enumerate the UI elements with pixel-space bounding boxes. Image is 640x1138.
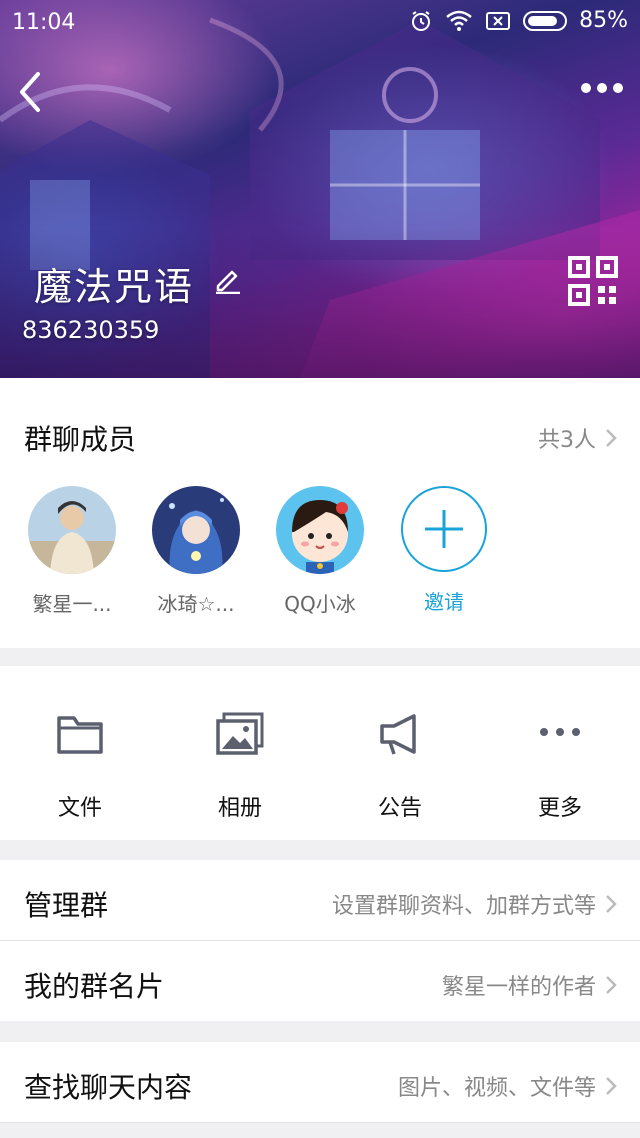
- group-number: 836230359: [22, 316, 160, 344]
- member-item[interactable]: QQ小冰: [258, 486, 382, 617]
- member-name: 繁星一...: [32, 592, 112, 616]
- member-item[interactable]: 繁星一...: [10, 486, 134, 617]
- megaphone-icon: [380, 714, 416, 755]
- manage-group-hint: 设置群聊资料、加群方式等: [331, 894, 596, 919]
- plus-icon: [425, 510, 463, 548]
- group-card-label: 我的群名片: [24, 970, 165, 1003]
- search-history-label: 查找聊天内容: [24, 1071, 193, 1104]
- members-count: 共3人: [538, 428, 596, 453]
- members-count-link[interactable]: 共3人: [538, 422, 618, 454]
- group-name: 魔法咒语: [34, 265, 195, 309]
- back-button[interactable]: [14, 70, 50, 114]
- battery-icon: [523, 10, 568, 31]
- folder-icon: [57, 716, 103, 754]
- chevron-right-icon: [606, 895, 617, 913]
- tool-files[interactable]: 文件: [0, 666, 160, 840]
- manage-group-row[interactable]: 管理群 设置群聊资料、加群方式等: [0, 860, 640, 940]
- invite-button[interactable]: 邀请: [382, 486, 506, 615]
- group-cover-banner: 11:04 85% 魔法咒语 836230359: [0, 0, 640, 378]
- tool-label: 文件: [57, 796, 102, 821]
- group-tools-section: 文件 相册 公告 更多: [0, 666, 640, 840]
- search-history-row[interactable]: 查找聊天内容 图片、视频、文件等: [0, 1042, 640, 1122]
- tool-album[interactable]: 相册: [160, 666, 320, 840]
- members-section: 群聊成员 共3人 繁星一... 冰琦☆... QQ小冰 邀请: [0, 378, 640, 648]
- alarm-icon: [412, 10, 431, 31]
- chevron-right-icon: [606, 429, 617, 447]
- tool-more[interactable]: 更多: [480, 666, 640, 840]
- battery-percent: 85%: [579, 8, 628, 33]
- tool-label: 相册: [217, 796, 262, 821]
- manage-group-label: 管理群: [24, 889, 109, 922]
- avatar: [152, 486, 240, 574]
- tool-label: 更多: [537, 796, 582, 821]
- avatar: [28, 486, 116, 574]
- avatar: [276, 486, 364, 574]
- member-name: QQ小冰: [284, 592, 356, 616]
- qr-code-icon[interactable]: [568, 256, 618, 306]
- edit-name-icon[interactable]: [212, 264, 242, 294]
- members-title: 群聊成员: [24, 423, 137, 456]
- status-bar: 11:04 85%: [0, 0, 640, 44]
- invite-circle: [401, 486, 487, 572]
- invite-label: 邀请: [424, 590, 464, 614]
- tool-label: 公告: [377, 796, 422, 821]
- no-sim-icon: [486, 11, 511, 30]
- member-name: 冰琦☆...: [157, 592, 235, 616]
- more-options-button[interactable]: [580, 76, 624, 100]
- group-card-row[interactable]: 我的群名片 繁星一样的作者: [0, 941, 640, 1021]
- member-item[interactable]: 冰琦☆...: [134, 486, 258, 617]
- tool-announcement[interactable]: 公告: [320, 666, 480, 840]
- divider: [0, 1122, 640, 1123]
- chevron-right-icon: [606, 976, 617, 994]
- group-card-value: 繁星一样的作者: [441, 975, 596, 1000]
- chevron-right-icon: [606, 1077, 617, 1095]
- album-icon: [216, 712, 264, 755]
- search-history-hint: 图片、视频、文件等: [397, 1076, 596, 1101]
- status-time: 11:04: [12, 10, 76, 35]
- more-dots-icon: [540, 728, 580, 736]
- wifi-icon: [446, 10, 472, 31]
